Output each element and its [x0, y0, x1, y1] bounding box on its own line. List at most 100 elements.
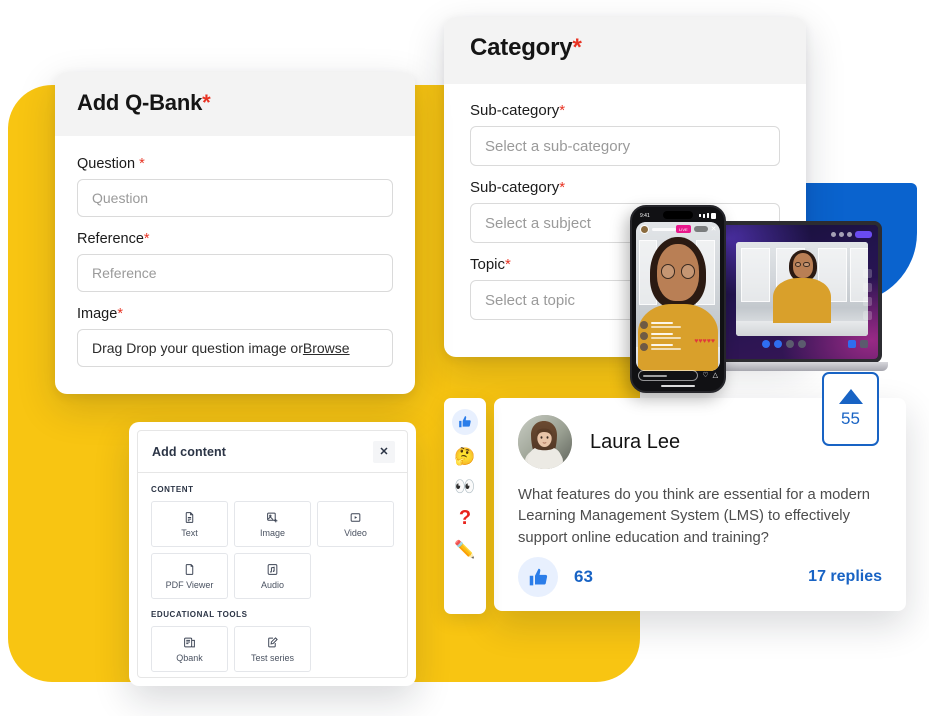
reaction-toolbar: 🤔 👀 ? ✏️: [444, 398, 486, 614]
reference-field-label: Reference*: [77, 231, 393, 247]
laptop-presenter-image: [736, 242, 868, 336]
tile-text-label: Text: [181, 527, 198, 538]
replies-link[interactable]: 17 replies: [808, 568, 882, 586]
discussion-author-name: Laura Lee: [590, 430, 681, 453]
document-text-icon: [183, 511, 196, 524]
tile-video[interactable]: Video: [317, 501, 394, 547]
video-play-icon: [349, 511, 362, 524]
thumbs-up-icon[interactable]: [518, 557, 558, 597]
phone-notch: [663, 211, 693, 219]
question-field-label: Question *: [77, 156, 393, 172]
close-icon[interactable]: ✕: [373, 440, 395, 463]
add-qbank-body: Question * Question Reference* Reference…: [55, 136, 415, 393]
image-field-group: Image* Drag Drop your question image or …: [77, 306, 393, 367]
laptop-action-pill: [855, 231, 872, 238]
category-title-text: Category: [470, 34, 573, 61]
category-required-asterisk: *: [572, 34, 582, 61]
tile-test-series-label: Test series: [250, 652, 294, 663]
subject-required-asterisk: *: [559, 179, 566, 196]
like-count: 63: [574, 567, 593, 586]
content-tile-grid: Text Image Video PDF Viewer Audio: [151, 501, 394, 599]
list-item: [640, 343, 696, 351]
subcategory-field-group: Sub-category* Select a sub-category: [470, 102, 780, 166]
laptop-screen: [714, 221, 882, 363]
subcategory-required-asterisk: *: [559, 102, 566, 119]
tile-video-label: Video: [344, 527, 367, 538]
phone-viewer-count: [693, 226, 708, 232]
test-edit-icon: [266, 636, 279, 649]
image-add-icon: [266, 511, 279, 524]
reference-input[interactable]: Reference: [77, 254, 393, 292]
image-required-asterisk: *: [117, 306, 123, 322]
phone-live-feed: LIVE ✕ ♥♥♥♥♥: [636, 222, 720, 371]
live-badge: LIVE: [676, 225, 691, 233]
content-section-label: CONTENT: [151, 485, 194, 494]
tile-image[interactable]: Image: [234, 501, 311, 547]
laptop-video-tile: [736, 242, 868, 336]
floating-hearts-icon: ♥♥♥♥♥: [694, 338, 715, 345]
upvote-count: 55: [841, 409, 860, 428]
question-mark-reaction-icon[interactable]: ?: [459, 508, 471, 528]
add-qbank-header: Add Q-Bank*: [55, 72, 415, 136]
tile-test-series[interactable]: Test series: [234, 626, 311, 672]
image-dropzone[interactable]: Drag Drop your question image or Browse: [77, 329, 393, 367]
add-content-title: Add content: [152, 444, 227, 459]
phone-home-indicator: [661, 384, 695, 387]
tile-audio-label: Audio: [260, 579, 285, 590]
thumbs-up-reaction-icon[interactable]: [452, 409, 478, 435]
subcategory-select[interactable]: Select a sub-category: [470, 126, 780, 166]
browse-link[interactable]: Browse: [303, 340, 350, 356]
eyes-reaction-icon[interactable]: 👀: [454, 478, 475, 495]
reference-required-asterisk: *: [143, 231, 150, 247]
phone-signal-icons: [699, 212, 716, 219]
tile-qbank-label: Qbank: [176, 652, 203, 663]
educational-tools-section-label: EDUCATIONAL TOOLS: [151, 610, 248, 619]
discussion-message: What features do you think are essential…: [518, 487, 871, 546]
phone-comment-list: [640, 321, 696, 351]
reference-label-text: Reference: [77, 231, 144, 247]
like-group: 63: [518, 557, 593, 597]
heart-icon[interactable]: ♡: [702, 372, 708, 379]
phone-live-topbar: LIVE ✕: [636, 222, 720, 236]
tile-audio[interactable]: Audio: [234, 553, 311, 599]
topic-required-asterisk: *: [505, 256, 511, 273]
phone-user-name: [652, 227, 676, 231]
phone-live-user: [640, 224, 676, 234]
image-label-text: Image: [77, 306, 118, 322]
laptop-mockup: [708, 221, 888, 380]
laptop-call-toolbar: [762, 340, 806, 348]
page-root: Add Q-Bank* Question * Question Referenc…: [0, 0, 929, 716]
list-item: [640, 332, 696, 340]
required-asterisk: *: [202, 90, 211, 115]
laptop-call-toolbar-right: [848, 340, 868, 348]
thinking-face-reaction-icon[interactable]: 🤔: [454, 448, 475, 465]
tile-text[interactable]: Text: [151, 501, 228, 547]
phone-comment-input[interactable]: [638, 370, 699, 381]
tile-pdf-label: PDF Viewer: [165, 579, 214, 590]
phone-status-time: 9:41: [640, 212, 650, 219]
category-title: Category*: [470, 34, 780, 62]
pdf-file-icon: [183, 563, 196, 576]
laptop-window-controls: [831, 231, 872, 238]
question-label-text: Question: [77, 156, 140, 172]
laptop-side-rail: [863, 269, 872, 320]
educational-tools-tile-grid: Qbank Test series: [151, 626, 394, 672]
subcategory-label-text: Sub-category: [470, 102, 560, 119]
question-input[interactable]: Question: [77, 179, 393, 217]
category-header: Category*: [444, 17, 806, 84]
phone-mockup: 9:41 LIVE ✕ ♥♥♥♥♥ ♡ △: [630, 205, 726, 393]
question-required-asterisk: *: [139, 156, 145, 172]
tile-pdf-viewer[interactable]: PDF Viewer: [151, 553, 228, 599]
phone-comment-bar: ♡ △: [638, 370, 718, 381]
discussion-footer: 63 17 replies: [518, 557, 882, 597]
tile-qbank[interactable]: Qbank: [151, 626, 228, 672]
upvote-badge[interactable]: 55: [822, 372, 879, 446]
audio-note-icon: [266, 563, 279, 576]
phone-close-icon[interactable]: ✕: [711, 226, 717, 233]
share-icon[interactable]: △: [713, 372, 718, 379]
tile-image-label: Image: [259, 527, 285, 538]
pencil-reaction-icon[interactable]: ✏️: [454, 541, 475, 558]
subject-field-label: Sub-category*: [470, 179, 780, 196]
topic-label-text: Topic: [470, 256, 506, 273]
